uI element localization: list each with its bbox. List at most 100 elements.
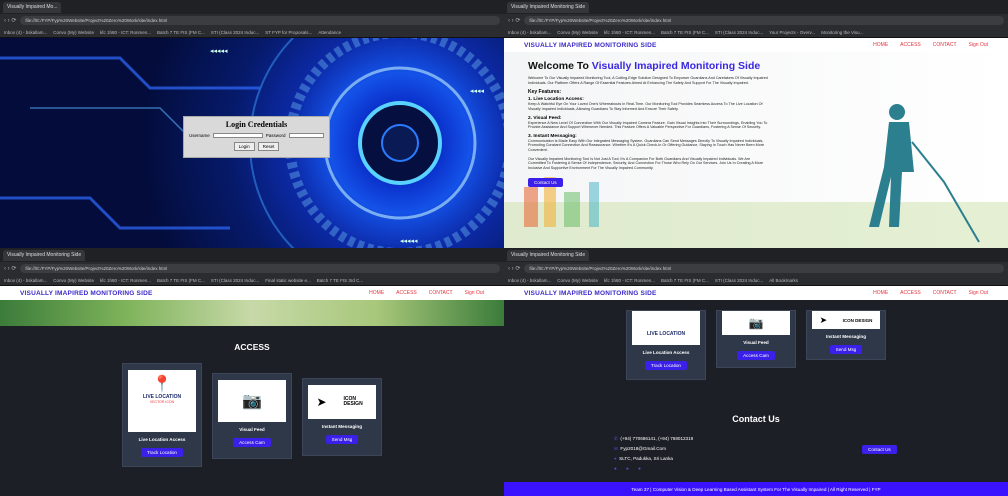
card-label: Live Location Access: [138, 437, 186, 442]
bookmark[interactable]: Convo (My) Website: [557, 30, 598, 35]
password-input[interactable]: [288, 133, 324, 138]
reset-button[interactable]: Reset: [257, 142, 280, 151]
brand-title[interactable]: VISUALLY IMAPIRED MONITORING SIDE: [20, 290, 153, 297]
bookmark[interactable]: kfc 1h80 - ICT: Ronmen...: [604, 30, 655, 35]
bookmark[interactable]: Attendance: [318, 30, 341, 35]
bookmark[interactable]: Inbox (4) - bskallam...: [508, 278, 551, 283]
home-window: Visually Impaired Monitoring Side ‹ › ⟳ f…: [504, 0, 1008, 248]
back-icon[interactable]: ‹ › ⟳: [4, 265, 16, 272]
access-cam-button[interactable]: Access Cam: [233, 438, 271, 447]
card-live-location: LIVE LOCATION Live Location Access Track…: [626, 310, 706, 380]
bookmark[interactable]: STI (Class 2024 Induc...: [715, 30, 763, 35]
brand-title[interactable]: VISUALLY IMAPIRED MONITORING SIDE: [524, 42, 657, 49]
bookmark[interactable]: Inbox (4) - bskallam...: [4, 278, 47, 283]
back-icon[interactable]: ‹ › ⟳: [4, 17, 16, 24]
bookmark[interactable]: Batch 7 TE FIS (FM C...: [157, 278, 205, 283]
svg-text:◂◂◂◂◂: ◂◂◂◂◂: [400, 237, 418, 245]
bookmarks-bar: Inbox (4) - bskallam... Convo (My) Websit…: [0, 275, 504, 286]
browser-tab[interactable]: Visually Impaired Monitoring Side: [3, 249, 86, 261]
browser-tab[interactable]: Visually Impaired Monitoring Side: [507, 1, 590, 13]
camera-image: 📷: [218, 380, 286, 422]
bookmark[interactable]: All Bookmarks: [769, 278, 798, 283]
back-icon[interactable]: ‹ › ⟳: [508, 265, 520, 272]
browser-tab[interactable]: Visually Impaired Monitoring Side: [507, 249, 590, 261]
url-field[interactable]: file:///E:/FYP/Fyp%20Website/Project%20Z…: [524, 16, 1004, 25]
feature-1-text: Keep A Watchful Eye On Your Loved One's …: [528, 102, 763, 111]
nav-signout[interactable]: Sign Out: [969, 42, 988, 48]
password-label: Password: [265, 133, 286, 138]
bookmark[interactable]: ST FYP for Proposals...: [265, 30, 312, 35]
contact-details: ✆ (+94) 770686141, (+94) 768012319 ✉ Fyp…: [614, 434, 693, 474]
contact-us-button[interactable]: Contact Us: [862, 445, 897, 454]
nav-signout[interactable]: Sign Out: [465, 290, 484, 296]
track-location-button[interactable]: Track Location: [645, 361, 687, 370]
bookmark[interactable]: Convo (My) Website: [53, 30, 94, 35]
browser-tab[interactable]: Visually Impaired Mo...: [3, 1, 62, 13]
bookmark[interactable]: Final static website e...: [265, 278, 311, 283]
nav-home[interactable]: HOME: [873, 290, 888, 296]
tab-strip: Visually Impaired Monitoring Side: [504, 0, 1008, 14]
back-icon[interactable]: ‹ › ⟳: [508, 17, 520, 24]
messaging-image: ➤ ICON DESIGN: [308, 385, 376, 419]
social-icons[interactable]: ● ● ●: [614, 464, 693, 474]
card-visual-feed: 📷 Visual Feed Access Cam: [716, 310, 796, 368]
nav-access[interactable]: ACCESS: [396, 290, 417, 296]
contact-window: Visually Impaired Monitoring Side ‹ › ⟳ f…: [504, 248, 1008, 496]
bookmark[interactable]: Monitoring the Visu...: [821, 30, 863, 35]
card-live-location: 📍 LIVE LOCATION VECTOR ICON Live Locatio…: [122, 363, 202, 467]
nav-home[interactable]: HOME: [873, 42, 888, 48]
track-location-button[interactable]: Track Location: [141, 448, 183, 457]
send-msg-button[interactable]: Send Msg: [325, 435, 359, 444]
contact-us-button[interactable]: Contact Us: [528, 177, 563, 187]
address-bar: ‹ › ⟳ file:///E:/FYP/Fyp%20Website/Projec…: [0, 14, 504, 27]
top-nav: VISUALLY IMAPIRED MONITORING SIDE HOME AC…: [504, 38, 1008, 52]
url-field[interactable]: file:///E:/FYP/Fyp%20Website/Project%20Z…: [20, 264, 500, 273]
login-window: Visually Impaired Mo... ‹ › ⟳ file:///E:/…: [0, 0, 504, 248]
svg-text:◂◂◂◂◂: ◂◂◂◂◂: [210, 47, 228, 55]
top-nav: VISUALLY IMAPIRED MONITORING SIDE HOME AC…: [504, 286, 1008, 300]
send-msg-button[interactable]: Send Msg: [829, 345, 863, 354]
url-field[interactable]: file:///E:/FYP/Fyp%20Website/Project%20Z…: [20, 16, 500, 25]
bookmark[interactable]: Inbox (4) - bskallam...: [508, 30, 551, 35]
username-input[interactable]: [212, 133, 263, 138]
live-location-image: LIVE LOCATION: [632, 311, 700, 345]
svg-text:◂◂◂◂: ◂◂◂◂: [470, 87, 485, 95]
bookmark[interactable]: STI (Class 2024 Induc...: [211, 278, 259, 283]
nav-contact[interactable]: CONTACT: [933, 42, 957, 48]
bookmarks-bar: Inbox (4) - bskallam... Convo (My) Websit…: [504, 27, 1008, 38]
bookmark[interactable]: Batch 7 TE FIS (FM C...: [157, 30, 205, 35]
send-icon: ➤: [819, 314, 828, 325]
bookmark[interactable]: kfc 1h80 - ICT: Ronmen...: [604, 278, 655, 283]
bookmark[interactable]: kfc 1h80 - ICT: Ronmen...: [100, 30, 151, 35]
bookmark[interactable]: kfc 1h80 - ICT: Ronmen...: [100, 278, 151, 283]
nav-contact[interactable]: CONTACT: [429, 290, 453, 296]
card-visual-feed: 📷 Visual Feed Access Cam: [212, 373, 292, 459]
nav-access[interactable]: ACCESS: [900, 290, 921, 296]
brand-title[interactable]: VISUALLY IMAPIRED MONITORING SIDE: [524, 290, 657, 297]
card-label: Visual Feed: [743, 340, 769, 345]
feature-2-text: Experience A New Level Of Connection Wit…: [528, 120, 768, 130]
login-box: Login Credentials Username Password Logi…: [183, 116, 330, 158]
bookmark[interactable]: Your Projects - Overv...: [769, 30, 815, 35]
url-field[interactable]: file:///E:/FYP/Fyp%20Website/Project%20Z…: [524, 264, 1004, 273]
nav-contact[interactable]: CONTACT: [933, 290, 957, 296]
access-cam-button[interactable]: Access Cam: [737, 351, 775, 360]
footer-text: Team 37 | Computer Vision & Deep Learnin…: [631, 486, 881, 492]
nav-access[interactable]: ACCESS: [900, 42, 921, 48]
banner-strip: [0, 300, 504, 326]
bookmark[interactable]: Batch 7 TE FIS (FM C...: [661, 30, 709, 35]
bookmark[interactable]: Inbox (4) - bskallam...: [4, 30, 47, 35]
nav-signout[interactable]: Sign Out: [969, 290, 988, 296]
login-button[interactable]: Login: [233, 142, 255, 151]
bookmark[interactable]: STI (Class 2024 Induc...: [211, 30, 259, 35]
messaging-image: ➤ ICON DESIGN: [812, 311, 880, 329]
address-bar: ‹ › ⟳ file:///E:/FYP/Fyp%20Website/Projec…: [504, 14, 1008, 27]
nav-home[interactable]: HOME: [369, 290, 384, 296]
bookmark[interactable]: Batch 7 TE FIS (FM C...: [661, 278, 709, 283]
location-pin-icon: 📍: [152, 376, 172, 393]
bookmark[interactable]: Convo (My) Website: [53, 278, 94, 283]
bookmark[interactable]: Batch 7 TE FIS 3rd C...: [317, 278, 363, 283]
footer-bar: Team 37 | Computer Vision & Deep Learnin…: [504, 482, 1008, 496]
bookmark[interactable]: Convo (My) Website: [557, 278, 598, 283]
bookmark[interactable]: STI (Class 2024 Induc...: [715, 278, 763, 283]
